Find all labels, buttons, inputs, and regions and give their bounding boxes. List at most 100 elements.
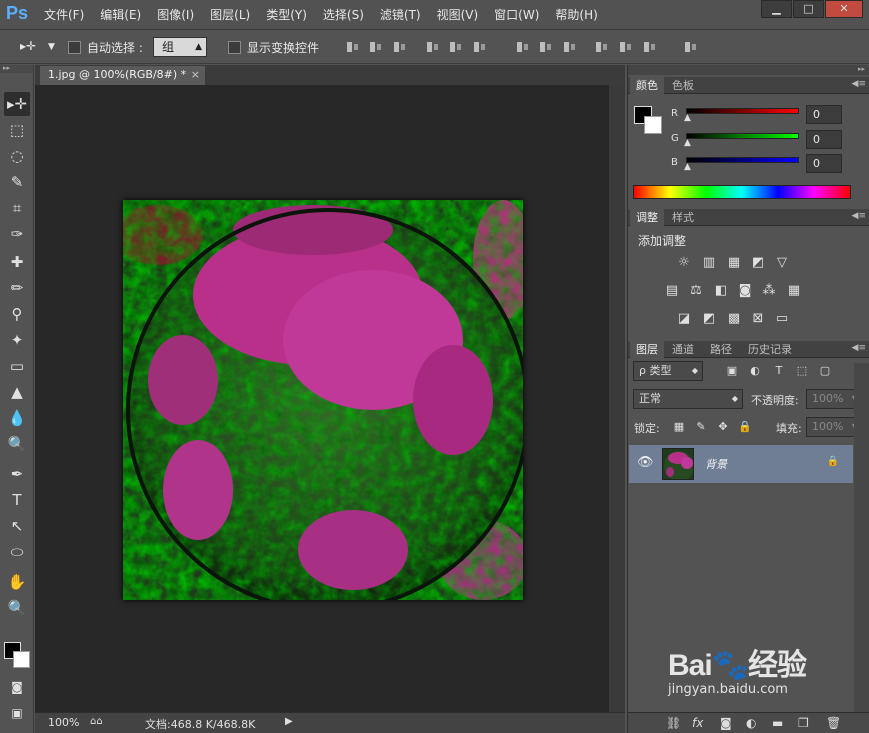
color-bg-swatch[interactable] xyxy=(644,116,662,134)
align-vcenter-icon[interactable] xyxy=(368,40,383,54)
blur-tool-icon[interactable]: 💧 xyxy=(4,406,30,430)
tab-paths[interactable]: 路径 xyxy=(704,341,738,358)
distribute-left-icon[interactable] xyxy=(594,40,609,54)
threshold-icon[interactable]: ▩ xyxy=(725,311,743,327)
menu-select[interactable]: 选择(S) xyxy=(323,6,364,23)
menu-filter[interactable]: 滤镜(T) xyxy=(380,6,421,23)
healing-brush-tool-icon[interactable]: ✚ xyxy=(4,250,30,274)
zoom-tool-icon[interactable]: 🔍 xyxy=(4,596,30,620)
background-color-swatch[interactable] xyxy=(13,651,30,668)
close-button[interactable]: ✕ xyxy=(825,0,863,18)
color-spectrum-ramp[interactable] xyxy=(633,185,851,199)
align-right-icon[interactable] xyxy=(472,40,487,54)
fx-icon[interactable]: fx xyxy=(692,716,703,730)
filter-type-icon[interactable]: T xyxy=(770,363,788,379)
panel-menu-icon[interactable]: ◀≡ xyxy=(852,79,866,89)
auto-align-icon[interactable] xyxy=(683,40,698,54)
status-info-icon[interactable]: ⌂⌂ xyxy=(90,716,103,727)
g-value-field[interactable]: 0 xyxy=(806,130,842,149)
hand-tool-icon[interactable]: ✋ xyxy=(4,570,30,594)
g-slider-thumb-icon[interactable]: ▲ xyxy=(684,138,691,148)
color-balance-icon[interactable]: ⚖ xyxy=(687,283,705,299)
link-layers-icon[interactable]: ⛓ xyxy=(666,716,681,730)
menu-edit[interactable]: 编辑(E) xyxy=(100,6,141,23)
g-slider[interactable] xyxy=(686,133,799,139)
hue-saturation-icon[interactable]: ▤ xyxy=(663,283,681,299)
ellipse-tool-icon[interactable]: ⬭ xyxy=(4,540,30,564)
gradient-map-icon[interactable]: ▭ xyxy=(773,311,791,327)
color-lookup-icon[interactable]: ▦ xyxy=(785,283,803,299)
layer-row-background[interactable]: 👁 背景 🔒 xyxy=(629,445,853,483)
delete-layer-icon[interactable]: 🗑 xyxy=(826,716,841,730)
auto-select-checkbox[interactable] xyxy=(68,41,81,54)
add-mask-icon[interactable]: ◙ xyxy=(720,716,732,730)
exposure-icon[interactable]: ◩ xyxy=(749,255,767,271)
blend-mode-select[interactable]: 正常 ◆ xyxy=(633,389,743,409)
marquee-tool-icon[interactable]: ⬚ xyxy=(4,118,30,142)
screen-mode-icon[interactable]: ▣ xyxy=(4,701,30,725)
align-left-icon[interactable] xyxy=(425,40,440,54)
pen-tool-icon[interactable]: ✒ xyxy=(4,462,30,486)
document-tab[interactable]: 1.jpg @ 100%(RGB/8#) * × xyxy=(40,66,205,85)
b-slider-thumb-icon[interactable]: ▲ xyxy=(684,162,691,172)
tab-layers[interactable]: 图层 xyxy=(630,341,664,358)
new-layer-icon[interactable]: ❐ xyxy=(798,716,809,730)
filter-adjustment-icon[interactable]: ◐ xyxy=(746,363,764,379)
menu-file[interactable]: 文件(F) xyxy=(44,6,84,23)
dodge-tool-icon[interactable]: 🔍 xyxy=(4,432,30,456)
quick-mask-icon[interactable]: ◙ xyxy=(4,675,30,699)
minimize-button[interactable]: ▁ xyxy=(761,0,792,18)
distribute-vcenter-icon[interactable] xyxy=(538,40,553,54)
chevron-down-icon[interactable]: ▼ xyxy=(48,42,55,52)
move-tool-icon[interactable]: ▸✛ xyxy=(4,92,30,116)
brush-tool-icon[interactable]: ✏ xyxy=(4,276,30,300)
filter-pixel-icon[interactable]: ▣ xyxy=(723,363,741,379)
new-group-icon[interactable]: ▬ xyxy=(772,716,783,730)
lock-transparent-icon[interactable]: ▦ xyxy=(670,419,688,435)
distribute-hcenter-icon[interactable] xyxy=(618,40,633,54)
align-bottom-icon[interactable] xyxy=(392,40,407,54)
posterize-icon[interactable]: ◩ xyxy=(700,311,718,327)
filter-smart-object-icon[interactable]: ▢ xyxy=(816,363,834,379)
panel-grip[interactable]: ▸▸ xyxy=(0,65,33,73)
b-value-field[interactable]: 0 xyxy=(806,154,842,173)
channel-mixer-icon[interactable]: ⁂ xyxy=(760,283,778,299)
path-selection-tool-icon[interactable]: ↖ xyxy=(4,514,30,538)
layer-name[interactable]: 背景 xyxy=(705,456,727,472)
restore-button[interactable]: □ xyxy=(793,0,824,18)
layer-filter-kind-select[interactable]: ρ 类型 ◆ xyxy=(633,361,703,381)
filter-shape-icon[interactable]: ⬚ xyxy=(793,363,811,379)
layers-scrollbar[interactable] xyxy=(854,363,869,712)
canvas-scrollbar[interactable] xyxy=(609,85,625,712)
lock-position-icon[interactable]: ✥ xyxy=(714,419,732,435)
canvas-area[interactable] xyxy=(35,85,625,712)
move-tool-preset-icon[interactable]: ▸✛ xyxy=(20,39,36,53)
history-brush-tool-icon[interactable]: ✦ xyxy=(4,328,30,352)
eyedropper-tool-icon[interactable]: ✑ xyxy=(4,222,30,246)
type-tool-icon[interactable]: T xyxy=(4,488,30,512)
eraser-tool-icon[interactable]: ▭ xyxy=(4,354,30,378)
align-hcenter-icon[interactable] xyxy=(448,40,463,54)
panel-menu-icon[interactable]: ◀≡ xyxy=(852,211,866,221)
document-image[interactable] xyxy=(123,200,523,600)
menu-layer[interactable]: 图层(L) xyxy=(210,6,250,23)
distribute-right-icon[interactable] xyxy=(642,40,657,54)
status-menu-arrow-icon[interactable]: ▶ xyxy=(285,716,293,727)
lasso-tool-icon[interactable]: ◌ xyxy=(4,144,30,168)
curves-icon[interactable]: ▦ xyxy=(725,255,743,271)
show-transform-checkbox[interactable] xyxy=(228,41,241,54)
close-tab-icon[interactable]: × xyxy=(191,66,200,84)
lock-pixels-icon[interactable]: ✎ xyxy=(692,419,710,435)
new-fill-layer-icon[interactable]: ◐ xyxy=(746,716,756,730)
lock-all-icon[interactable]: 🔒 xyxy=(736,419,754,435)
tab-styles[interactable]: 样式 xyxy=(666,209,700,226)
eye-visibility-icon[interactable]: 👁 xyxy=(637,455,654,470)
distribute-top-icon[interactable] xyxy=(515,40,530,54)
tab-color[interactable]: 颜色 xyxy=(630,77,664,94)
panel-menu-icon[interactable]: ◀≡ xyxy=(852,343,866,353)
distribute-bottom-icon[interactable] xyxy=(562,40,577,54)
zoom-level[interactable]: 100% xyxy=(48,716,79,729)
tab-adjustments[interactable]: 调整 xyxy=(630,209,664,226)
tab-history[interactable]: 历史记录 xyxy=(742,341,798,358)
tab-channels[interactable]: 通道 xyxy=(666,341,700,358)
